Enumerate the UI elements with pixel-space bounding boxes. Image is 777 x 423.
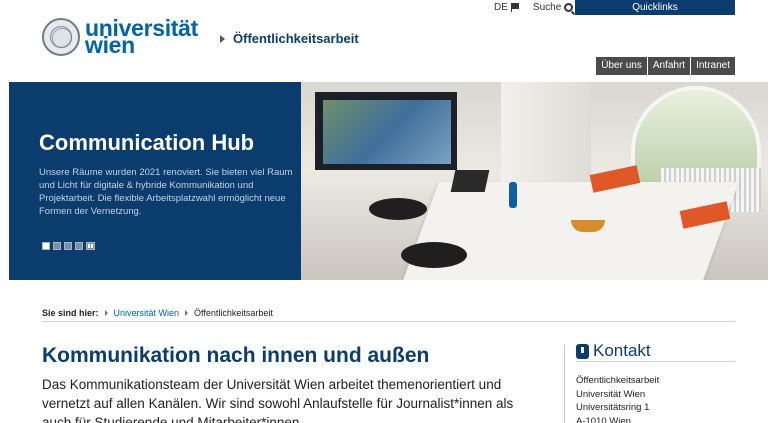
contact-address: Öffentlichkeitsarbeit Universität Wien U… bbox=[576, 374, 659, 423]
university-logo[interactable]: universität wien bbox=[42, 17, 198, 57]
info-pin-icon bbox=[576, 343, 589, 359]
hero-text-panel: Communication Hub Unsere Räume wurden 20… bbox=[9, 82, 301, 280]
hero-slider: Communication Hub Unsere Räume wurden 20… bbox=[9, 82, 768, 280]
display-screen bbox=[315, 92, 457, 170]
caret-right-icon bbox=[220, 34, 225, 43]
black-chair bbox=[369, 198, 427, 220]
page-intro: Das Kommunikationsteam der Universität W… bbox=[42, 377, 514, 423]
search-icon bbox=[564, 3, 574, 12]
language-label: DE bbox=[494, 2, 508, 13]
search-label: Suche bbox=[532, 2, 562, 13]
laptop bbox=[450, 170, 490, 192]
slider-dot-4[interactable] bbox=[75, 242, 83, 250]
utility-nav: Über uns Anfahrt Intranet bbox=[596, 57, 735, 75]
language-switch[interactable]: DE bbox=[494, 2, 519, 13]
breadcrumb-separator-icon bbox=[104, 310, 108, 316]
slider-controls bbox=[42, 242, 95, 250]
contact-heading-label: Kontakt bbox=[593, 341, 651, 360]
hero-title: Communication Hub bbox=[39, 130, 255, 155]
slider-dot-2[interactable] bbox=[53, 242, 61, 250]
quicklinks-button[interactable]: Quicklinks bbox=[575, 0, 735, 15]
breadcrumb: Sie sind hier: Universität Wien Öffentli… bbox=[42, 308, 273, 318]
black-chair bbox=[401, 242, 467, 268]
slider-dot-3[interactable] bbox=[64, 242, 72, 250]
contact-line-4: A-1010 Wien bbox=[576, 415, 631, 423]
column-divider bbox=[564, 344, 565, 423]
hero-description: Unsere Räume wurden 2021 renoviert. Sie … bbox=[39, 167, 293, 217]
pause-icon[interactable] bbox=[86, 242, 95, 250]
slider-dot-1[interactable] bbox=[42, 242, 50, 250]
utility-link-intranet[interactable]: Intranet bbox=[691, 57, 735, 75]
utility-link-anfahrt[interactable]: Anfahrt bbox=[647, 57, 691, 75]
logo-wordmark: universität wien bbox=[85, 17, 198, 57]
search-button[interactable]: Suche bbox=[532, 2, 574, 13]
contact-line-3: Universitätsring 1 bbox=[576, 402, 650, 413]
contact-line-1: Öffentlichkeitsarbeit bbox=[576, 375, 660, 386]
breadcrumb-divider bbox=[42, 321, 735, 322]
section-title-label: Öffentlichkeitsarbeit bbox=[233, 31, 359, 46]
breadcrumb-label: Sie sind hier: bbox=[42, 308, 99, 318]
breadcrumb-item-universitaet[interactable]: Universität Wien bbox=[114, 308, 180, 318]
university-seal-icon bbox=[42, 18, 80, 56]
page-title: Kommunikation nach innen und außen bbox=[42, 344, 430, 367]
contact-line-2: Universität Wien bbox=[576, 388, 646, 400]
flag-icon bbox=[510, 3, 519, 12]
contact-heading: Kontakt bbox=[576, 341, 651, 361]
hero-image-meeting-room bbox=[301, 82, 768, 280]
top-bar: DE Suche bbox=[494, 0, 574, 15]
screen-content bbox=[323, 100, 451, 164]
utility-link-ueber-uns[interactable]: Über uns bbox=[596, 57, 647, 75]
contact-divider bbox=[576, 361, 735, 362]
breadcrumb-separator-icon bbox=[185, 310, 189, 316]
section-title[interactable]: Öffentlichkeitsarbeit bbox=[220, 31, 359, 46]
breadcrumb-item-current: Öffentlichkeitsarbeit bbox=[194, 308, 273, 318]
water-bottle bbox=[509, 182, 517, 208]
